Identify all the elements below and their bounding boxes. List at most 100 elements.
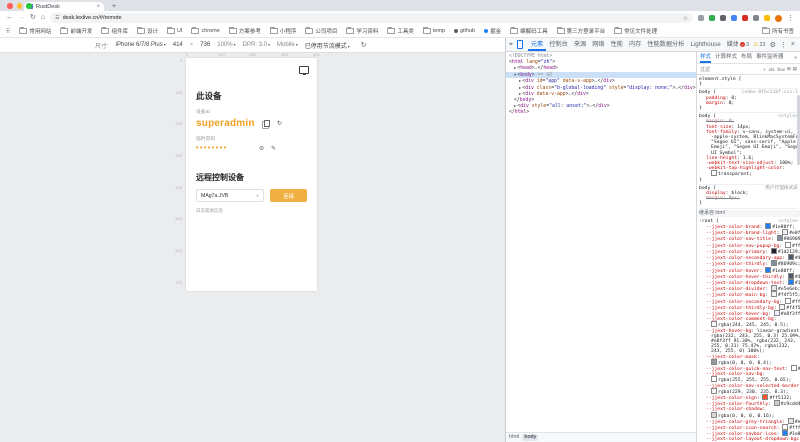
color-swatch[interactable] [777, 235, 783, 241]
browser-menu-icon[interactable]: ⋮ [787, 14, 794, 22]
color-swatch[interactable] [788, 279, 794, 285]
bookmark-item[interactable]: temp [423, 27, 445, 35]
color-swatch[interactable] [774, 400, 780, 406]
css-property[interactable]: --jjext-color-nav-title: #86909c; [699, 236, 798, 242]
color-swatch[interactable] [711, 170, 717, 176]
filter-control[interactable]: :hov [776, 67, 785, 72]
browser-tab[interactable]: RustDesk × [24, 2, 104, 11]
device-toolbar-toggle-icon[interactable] [517, 40, 523, 49]
devtools-menu-icon[interactable]: ⋮ [780, 41, 787, 49]
device-type-select[interactable]: Mobile▾ [277, 42, 298, 48]
edit-icon[interactable]: ✎ [271, 145, 276, 152]
bookmark-item[interactable]: 前端开发 [60, 27, 92, 35]
styles-tab[interactable]: 布局 [741, 52, 752, 63]
window-controls[interactable] [7, 3, 32, 9]
css-source-link[interactable]: <style> [775, 114, 798, 119]
devtools-tab-2[interactable]: 来源 [571, 38, 589, 51]
screen-share-icon[interactable] [299, 66, 309, 74]
expand-arrow-icon[interactable]: ▶ [514, 103, 516, 108]
devtools-tab-7[interactable]: Lighthouse [687, 38, 723, 51]
bookmark-item[interactable]: chrome [191, 27, 219, 35]
dpr-select[interactable]: DPR: 3.0▾ [243, 42, 270, 48]
bookmark-item[interactable]: 常用网站 [19, 27, 51, 35]
filter-control[interactable]: .cls [768, 67, 775, 72]
all-bookmarks-folder[interactable]: 所有书签 [762, 27, 794, 35]
forward-icon[interactable]: → [18, 14, 25, 22]
close-window-icon[interactable] [7, 3, 13, 9]
bookmark-item[interactable]: 设计 [137, 27, 158, 35]
connect-button[interactable]: 连接 [270, 189, 307, 202]
eye-off-icon[interactable]: ⊘ [259, 145, 264, 152]
breadcrumb-item[interactable]: body [522, 435, 538, 441]
color-swatch[interactable] [711, 412, 717, 418]
bookmark-item[interactable]: 常见文件处理 [614, 27, 657, 35]
new-tab-button[interactable]: + [112, 3, 116, 10]
css-selector[interactable]: element.style { [699, 77, 741, 82]
home-icon[interactable]: ⌂ [41, 14, 45, 22]
remote-device-select[interactable]: MAg7a.JVB ∨ [196, 189, 264, 202]
styles-tab[interactable]: 样式 [700, 52, 711, 63]
color-swatch[interactable] [785, 242, 791, 248]
css-property[interactable]: --jjext-color-hover: #1e80ff; [699, 268, 798, 274]
extension-icon[interactable] [731, 15, 737, 21]
grid-toggle-icon[interactable]: ⊞ [787, 66, 791, 72]
color-swatch[interactable] [788, 273, 794, 279]
color-swatch[interactable] [791, 365, 797, 371]
filter-input[interactable]: 过滤 [700, 66, 710, 73]
inspect-element-icon[interactable]: ⌖ [509, 41, 513, 49]
css-property[interactable]: --jjext-color-nav-popup-bg: #ffffff; [699, 243, 798, 249]
zoom-select[interactable]: 100%▾ [217, 42, 235, 48]
css-property[interactable]: --jjext-color-thirdly: #86909c; [699, 261, 798, 267]
styles-tab[interactable]: 事件监听器 [756, 52, 784, 63]
expand-arrow-icon[interactable]: ▶ [519, 85, 521, 90]
apps-grid-icon[interactable]: ⠿ [6, 28, 10, 35]
bookmark-item[interactable]: 编解码工具 [510, 27, 548, 35]
css-value-wrap[interactable]: Emoji", "Segoe UI Emoji", "Segoe [699, 145, 798, 150]
extension-icon[interactable] [709, 15, 715, 21]
devtools-tab-8[interactable]: 媒体 [724, 38, 738, 51]
warning-badge[interactable]: ⚠ 22 [753, 42, 766, 48]
bookmark-item[interactable]: UI [167, 27, 183, 35]
copy-icon[interactable] [264, 120, 270, 127]
color-swatch[interactable] [788, 254, 794, 260]
bookmark-item[interactable]: 小程序 [270, 27, 297, 35]
css-source-link[interactable]: 用户代理样式表 [762, 186, 798, 191]
color-swatch[interactable] [782, 229, 788, 235]
back-icon[interactable]: ← [6, 14, 13, 22]
devtools-tab-6[interactable]: 性能数据分析 [644, 38, 687, 51]
filter-control[interactable]: + [763, 67, 766, 72]
color-swatch[interactable] [782, 430, 788, 436]
styles-tab[interactable]: 计算样式 [715, 52, 737, 63]
color-swatch[interactable] [711, 376, 717, 382]
css-source-link[interactable]: index-8f6c31bf.css:1 [739, 90, 798, 95]
elements-tree-row[interactable]: </html> [506, 110, 696, 116]
bookmark-item[interactable]: github [454, 27, 475, 35]
devtools-close-icon[interactable]: × [791, 41, 795, 48]
color-swatch[interactable] [779, 304, 785, 310]
color-swatch[interactable] [771, 291, 777, 297]
css-property[interactable]: --jjext-color-main-bg: #f4f5f5; [699, 292, 798, 298]
site-info-icon[interactable]: ☲ [55, 15, 59, 21]
breadcrumb-item[interactable]: html [509, 435, 519, 441]
minimize-window-icon[interactable] [17, 3, 23, 9]
bookmark-item[interactable]: 工具类 [387, 27, 414, 35]
color-swatch[interactable] [762, 394, 768, 400]
expand-arrow-icon[interactable]: ▶ [519, 91, 521, 96]
refresh-icon[interactable]: ↻ [277, 120, 282, 127]
color-swatch[interactable] [788, 418, 794, 424]
expand-arrow-icon[interactable]: ▶ [519, 78, 521, 83]
css-property[interactable]: --jjext-hover-bg: linear-gradient(180deg… [699, 329, 798, 334]
expand-arrow-icon[interactable]: ▶ [514, 65, 516, 70]
devtools-tab-5[interactable]: 内存 [626, 38, 644, 51]
viewport-width[interactable]: 414 [173, 42, 183, 48]
maximize-window-icon[interactable] [26, 3, 32, 9]
bookmark-item[interactable]: 组件库 [101, 27, 128, 35]
layers-toggle-icon[interactable]: ▤ [793, 66, 797, 72]
color-swatch[interactable] [765, 223, 771, 229]
extension-icon[interactable] [753, 15, 759, 21]
reload-icon[interactable]: ↻ [30, 14, 36, 22]
devtools-tab-4[interactable]: 性能 [608, 38, 626, 51]
bookmark-item[interactable]: 第三方登录平台 [557, 27, 606, 35]
color-swatch[interactable] [771, 248, 777, 254]
color-swatch[interactable] [782, 424, 788, 430]
